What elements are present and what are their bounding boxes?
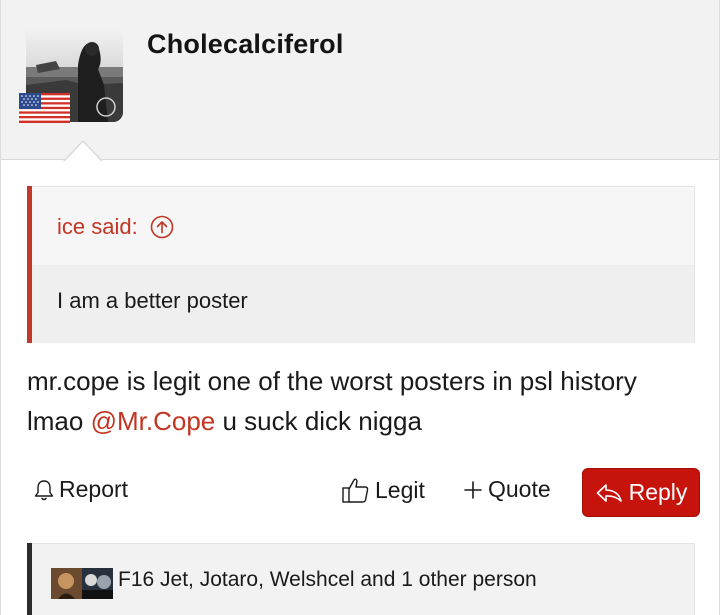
post-user-header: Cholecalciferol — [1, 0, 719, 160]
quote-header: ice said: — [32, 187, 694, 266]
bell-icon — [34, 479, 54, 500]
quote-author-label: ice said: — [57, 214, 138, 239]
reply-arrow-icon — [596, 483, 622, 502]
quote-author-link[interactable]: ice said: — [57, 214, 174, 240]
forum-post: Cholecalciferol ice said: I am a better … — [0, 0, 720, 615]
reactions-summary-link[interactable]: F16 Jet, Jotaro, Welshcel and 1 other pe… — [118, 568, 537, 592]
quote-content: I am a better poster — [32, 266, 694, 343]
post-message: mr.cope is legit one of the worst poster… — [27, 361, 687, 441]
us-flag-icon — [19, 93, 70, 123]
arrow-up-circle-icon[interactable] — [150, 215, 174, 239]
reply-button[interactable]: Reply — [582, 468, 700, 517]
legit-button[interactable]: Legit — [341, 476, 425, 504]
reactions-bar: F16 Jet, Jotaro, Welshcel and 1 other pe… — [27, 543, 695, 615]
reactions-accent-bar — [27, 543, 32, 615]
header-pointer-fill — [64, 142, 102, 162]
reply-label: Reply — [628, 479, 688, 505]
reaction-avatars — [51, 568, 113, 599]
quote-label: Quote — [488, 476, 551, 502]
reactor-avatars-icon — [51, 568, 113, 599]
username-link[interactable]: Cholecalciferol — [147, 29, 344, 60]
legit-label: Legit — [375, 476, 425, 503]
quote-block: ice said: I am a better poster — [27, 186, 695, 343]
quote-text: I am a better poster — [57, 288, 248, 313]
report-label: Report — [59, 476, 129, 502]
user-mention-link[interactable]: @Mr.Cope — [91, 406, 216, 436]
plus-icon — [464, 480, 482, 499]
quote-button[interactable]: Quote — [462, 476, 551, 503]
post-actions: Report Legit Quote Reply — [1, 468, 719, 518]
message-text-end: u suck dick nigga — [215, 406, 422, 436]
report-button[interactable]: Report — [33, 476, 128, 503]
thumbs-up-icon — [342, 478, 369, 503]
